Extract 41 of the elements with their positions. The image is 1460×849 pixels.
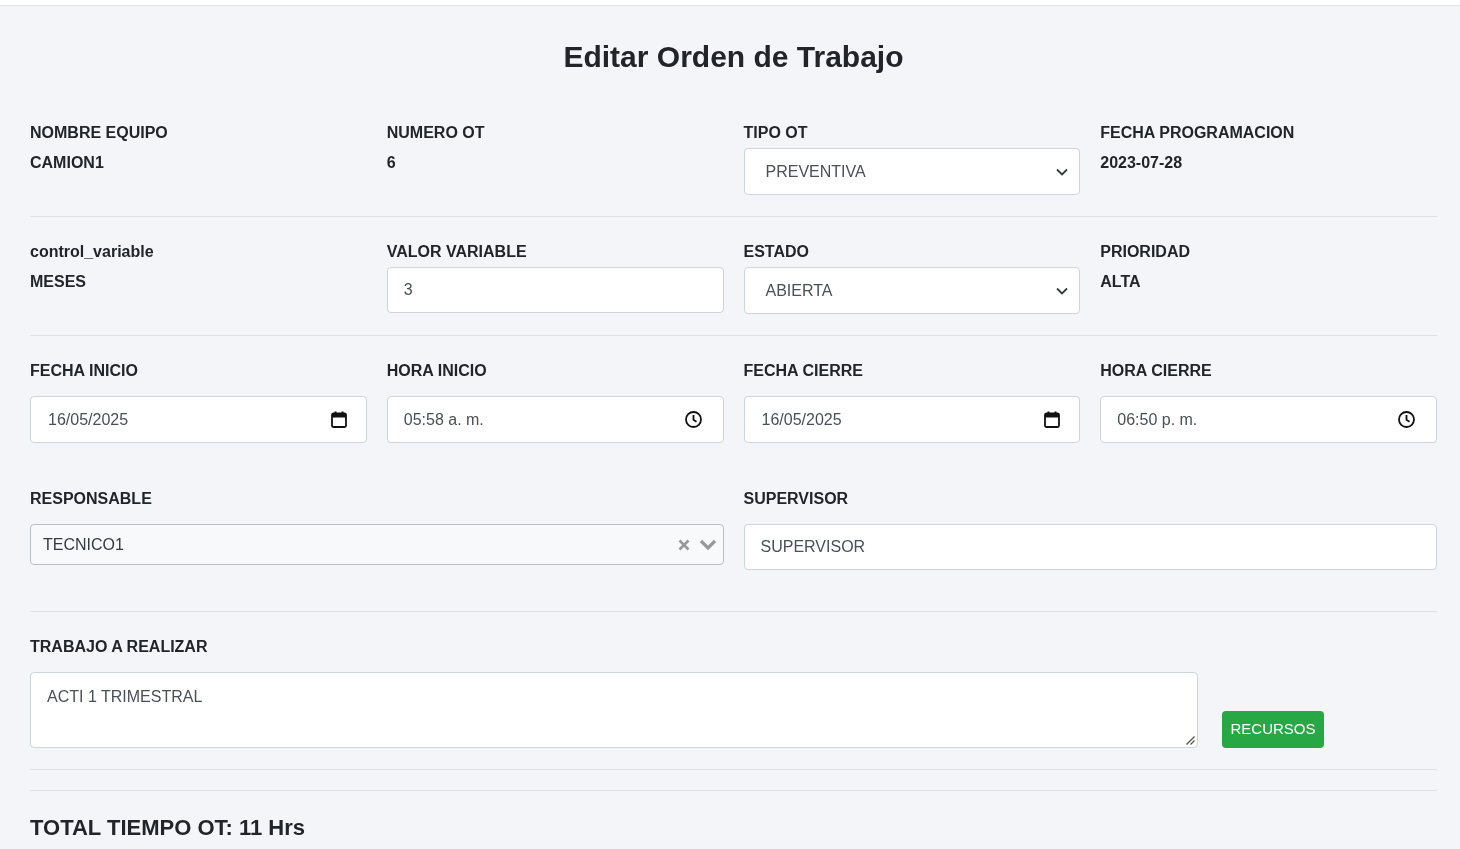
field-label: NOMBRE EQUIPO	[30, 123, 169, 143]
field-label: FECHA PROGRAMACION	[1100, 123, 1296, 143]
field-label: FECHA INICIO	[30, 361, 139, 381]
select-field[interactable]: PREVENTIVA	[743, 148, 1081, 195]
field-value: CAMION1	[30, 153, 105, 173]
field-label: RESPONSABLE	[30, 489, 153, 509]
time-field[interactable]: 06:50 p. m.	[1100, 396, 1437, 443]
total-time: TOTAL TIEMPO OT: 11 Hrs	[30, 814, 306, 842]
calendar-icon	[1044, 411, 1061, 428]
field-label: HORA INICIO	[386, 361, 488, 381]
field-value: 6	[386, 153, 397, 173]
clock-icon	[684, 411, 702, 428]
input-field[interactable]: 3	[386, 267, 724, 313]
date-field[interactable]: 16/05/2025	[30, 396, 367, 443]
field-label: PRIORIDAD	[1100, 242, 1192, 262]
resize-handle-icon	[1186, 736, 1195, 745]
page-title: Editar Orden de Trabajo	[562, 39, 905, 75]
field-label: ESTADO	[743, 242, 810, 262]
textarea-field[interactable]: ACTI 1 TRIMESTRAL	[30, 672, 1198, 748]
field-label: FECHA CIERRE	[743, 361, 864, 381]
chevron-down-icon	[1056, 286, 1069, 295]
field-value: ALTA	[1100, 272, 1142, 292]
field-label: VALOR VARIABLE	[386, 242, 528, 262]
clear-icon	[677, 538, 690, 551]
calendar-icon	[330, 411, 347, 428]
field-label: TIPO OT	[743, 123, 809, 143]
field-label: SUPERVISOR	[743, 489, 850, 509]
field-value: MESES	[30, 272, 87, 292]
field-label: TRABAJO A REALIZAR	[30, 637, 209, 657]
field-label: NUMERO OT	[386, 123, 486, 143]
time-field[interactable]: 05:58 a. m.	[386, 396, 724, 443]
select-field[interactable]: ABIERTA	[743, 267, 1081, 314]
clock-icon	[1398, 411, 1415, 428]
field-label: control_variable	[30, 242, 155, 262]
field-value: 2023-07-28	[1100, 153, 1184, 173]
input-field[interactable]: SUPERVISOR	[743, 524, 1437, 570]
field-label: HORA CIERRE	[1100, 361, 1213, 381]
chevron-down-icon	[1056, 167, 1069, 176]
chevron-down-icon	[698, 539, 717, 550]
combobox-field[interactable]: TECNICO1	[30, 524, 724, 565]
date-field[interactable]: 16/05/2025	[743, 396, 1081, 443]
